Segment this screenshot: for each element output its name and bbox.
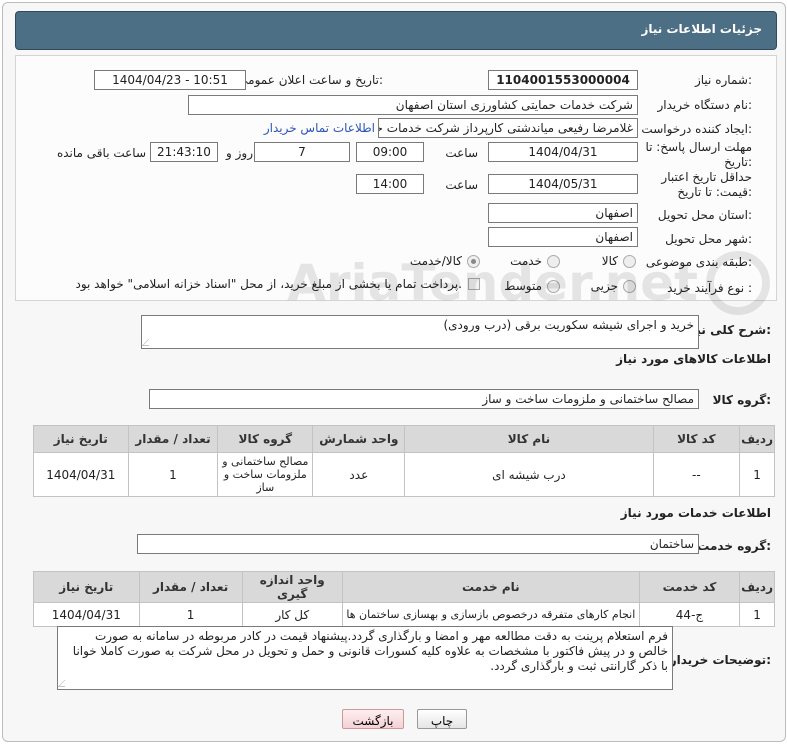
page-title: جزئیات اطلاعات نیاز <box>641 22 762 36</box>
goods-group-field[interactable]: مصالح ساختمانی و ملزومات ساخت و ساز <box>149 389 699 409</box>
process-label: نوع فرآیند خرید : <box>667 281 752 295</box>
goods-cell-code: -- <box>652 452 741 497</box>
creator-label: ایجاد کننده درخواست: <box>641 122 752 136</box>
buyer-notes-label: توضیحات خریدار: <box>669 653 771 667</box>
services-cell-date: 1404/04/31 <box>33 602 140 627</box>
category-goods-label: کالا <box>601 254 618 268</box>
goods-cell-qty: 1 <box>127 452 219 497</box>
page-header: جزئیات اطلاعات نیاز <box>15 11 777 50</box>
category-service-label: خدمت <box>510 254 542 268</box>
announce-label: تاریخ و ساعت اعلان عمومی: <box>238 73 383 87</box>
goods-group-label: گروه کالا: <box>712 393 771 407</box>
services-col-name: نام خدمت <box>341 571 640 603</box>
buyer-org-field[interactable]: شرکت خدمات حمایتی کشاورزی استان اصفهان <box>188 95 638 115</box>
resize-grip-icon[interactable] <box>141 339 156 346</box>
delivery-city-label: شهر محل تحویل: <box>665 232 752 246</box>
services-col-unit: واحد اندازه گیری <box>241 571 343 603</box>
goods-cell-row: 1 <box>739 452 775 497</box>
goods-cell-unit: عدد <box>312 452 406 497</box>
process-minor-label: جزیی <box>590 279 618 293</box>
process-minor-radio[interactable] <box>623 280 636 293</box>
need-number-label: شماره نیاز: <box>694 73 752 87</box>
reply-deadline-label: مهلت ارسال پاسخ: تا تاریخ: <box>645 140 752 169</box>
price-time-label: ساعت <box>445 178 478 192</box>
price-date-field[interactable]: 1404/05/31 <box>488 174 638 194</box>
treasury-payment-checkbox[interactable] <box>468 278 480 290</box>
category-service-radio[interactable] <box>547 255 560 268</box>
need-number-field[interactable]: 1104001553000004 <box>488 70 638 90</box>
reply-days-field[interactable]: 7 <box>254 142 350 162</box>
services-col-qty: تعداد / مقدار <box>138 571 243 603</box>
goods-col-unit: واحد شمارش <box>312 425 406 453</box>
remaining-label: ساعت باقی مانده <box>56 146 146 160</box>
table-row[interactable]: 1 ج-44 انجام کارهای متفرقه درخصوص بازساز… <box>33 602 775 627</box>
announce-field[interactable]: 1404/04/23 - 10:51 <box>94 70 246 90</box>
goods-col-group: گروه کالا <box>217 425 314 453</box>
goods-cell-name: درب شیشه ای <box>404 452 654 497</box>
services-cell-code: ج-44 <box>638 602 741 627</box>
goods-cell-date: 1404/04/31 <box>33 452 129 497</box>
reply-date-field[interactable]: 1404/04/31 <box>488 142 638 162</box>
description-textarea[interactable]: خرید و اجرای شیشه سکوریت برقی (درب ورودی… <box>141 315 699 349</box>
goods-col-qty: تعداد / مقدار <box>127 425 219 453</box>
print-button[interactable]: چاپ <box>417 709 467 729</box>
services-group-label: گروه خدمت: <box>697 539 771 553</box>
delivery-province-field[interactable]: اصفهان <box>488 203 638 223</box>
services-cell-name: انجام کارهای متفرقه درخصوص بازسازی و بهس… <box>341 602 640 627</box>
goods-cell-group: مصالح ساختمانی و ملزومات ساخت و ساز <box>217 452 314 497</box>
category-label: طبقه بندی موضوعی: <box>645 255 752 269</box>
price-deadline-label: حداقل تاریخ اعتبار قیمت: تا تاریخ: <box>661 170 752 199</box>
goods-section-title: اطلاعات کالاهای مورد نیاز <box>616 352 771 366</box>
details-panel: شماره نیاز: 1104001553000004 تاریخ و ساع… <box>15 55 777 301</box>
services-section-title: اطلاعات خدمات مورد نیاز <box>620 506 771 520</box>
category-goods-radio[interactable] <box>623 255 636 268</box>
back-button[interactable]: بازگشت <box>342 709 404 729</box>
services-group-field[interactable]: ساختمان <box>137 534 699 554</box>
goods-table-header: ردیف کد کالا نام کالا واحد شمارش گروه کا… <box>33 425 775 453</box>
delivery-province-label: استان محل تحویل: <box>657 208 752 222</box>
delivery-city-field[interactable]: اصفهان <box>488 227 638 247</box>
remaining-time-field[interactable]: 21:43:10 <box>150 142 218 162</box>
treasury-payment-note: پرداخت تمام یا بخشی از مبلغ خرید، از محل… <box>75 277 462 291</box>
price-time-field[interactable]: 14:00 <box>356 174 424 194</box>
resize-grip-icon[interactable] <box>57 680 72 687</box>
reply-time-label: ساعت <box>445 146 478 160</box>
page-frame: جزئیات اطلاعات نیاز شماره نیاز: 11040015… <box>2 2 786 742</box>
category-both-label: کالا/خدمت <box>409 254 462 268</box>
services-col-code: کد خدمت <box>638 571 741 603</box>
services-table-header: ردیف کد خدمت نام خدمت واحد اندازه گیری ت… <box>33 571 775 603</box>
services-cell-row: 1 <box>739 602 775 627</box>
table-row[interactable]: 1 -- درب شیشه ای عدد مصالح ساختمانی و مل… <box>33 452 775 497</box>
buyer-notes-textarea[interactable]: فرم استعلام پرینت به دقت مطالعه مهر و ام… <box>57 626 673 690</box>
process-medium-radio[interactable] <box>547 280 560 293</box>
goods-col-row: ردیف <box>739 425 775 453</box>
category-both-radio[interactable] <box>467 255 480 268</box>
services-cell-unit: کل کار <box>241 602 343 627</box>
services-col-date: تاریخ نیاز <box>33 571 140 603</box>
goods-col-date: تاریخ نیاز <box>33 425 129 453</box>
buyer-org-label: نام دستگاه خریدار: <box>657 98 753 112</box>
creator-field[interactable]: غلامرضا رفیعی میاندشتی کارپرداز شرکت خدم… <box>378 118 638 138</box>
goods-col-name: نام کالا <box>404 425 654 453</box>
goods-table: ردیف کد کالا نام کالا واحد شمارش گروه کا… <box>33 425 775 497</box>
services-col-row: ردیف <box>739 571 775 603</box>
process-medium-label: متوسط <box>504 279 542 293</box>
reply-time-field[interactable]: 09:00 <box>356 142 424 162</box>
buyer-contact-link[interactable]: اطلاعات تماس خریدار <box>264 121 375 135</box>
description-text: خرید و اجرای شیشه سکوریت برقی (درب ورودی… <box>443 318 694 332</box>
services-cell-qty: 1 <box>138 602 243 627</box>
reply-days-label: روز و <box>226 146 253 160</box>
goods-col-code: کد کالا <box>652 425 741 453</box>
buyer-notes-text: فرم استعلام پرینت به دقت مطالعه مهر و ام… <box>72 629 668 673</box>
services-table: ردیف کد خدمت نام خدمت واحد اندازه گیری ت… <box>33 571 775 627</box>
